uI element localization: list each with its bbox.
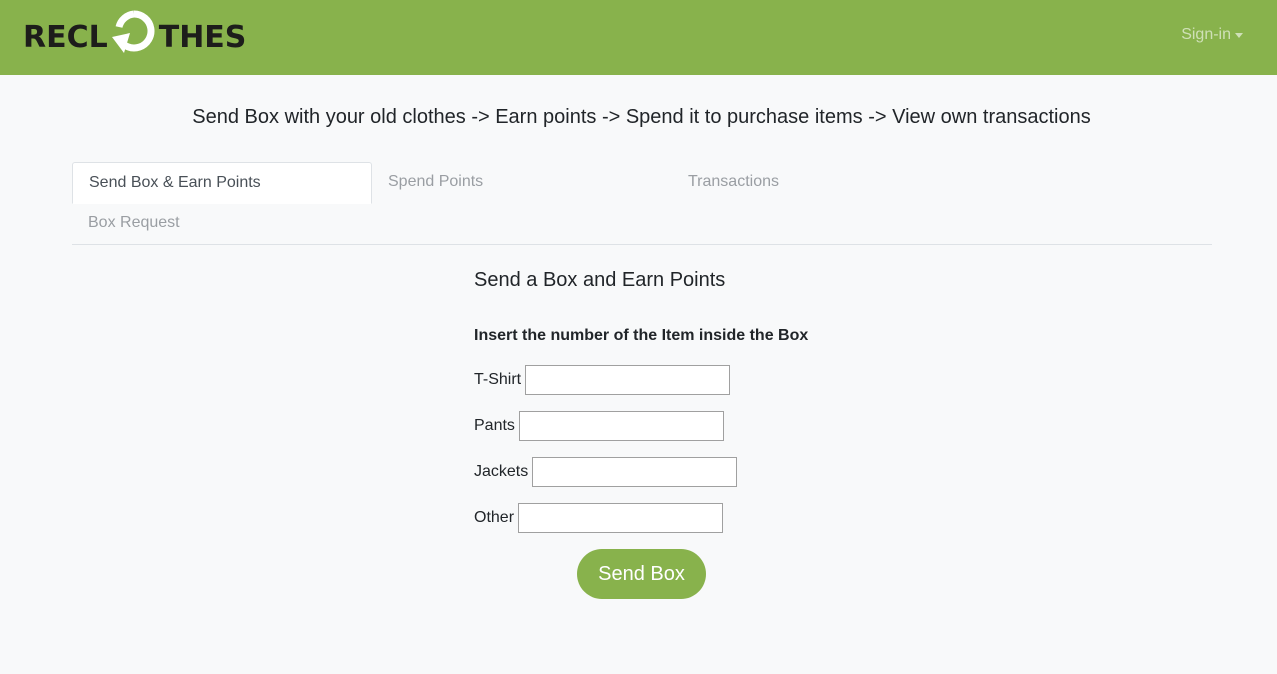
brand-logo[interactable]: RECL THES xyxy=(23,9,247,65)
other-label: Other xyxy=(474,509,515,526)
other-input[interactable] xyxy=(518,503,724,533)
top-navbar: RECL THES Sign-in xyxy=(0,0,1277,75)
signin-label: Sign-in xyxy=(1181,26,1231,43)
pants-field-row: Pants xyxy=(474,411,724,441)
page-tagline: Send Box with your old clothes -> Earn p… xyxy=(192,106,1091,128)
form-instruction: Insert the number of the Item inside the… xyxy=(474,327,809,344)
tshirt-input[interactable] xyxy=(525,365,731,395)
tab-bar: Send Box & Earn Points Spend Points Tran… xyxy=(72,162,1212,245)
jackets-input[interactable] xyxy=(532,457,738,487)
tshirt-field-row: T-Shirt xyxy=(474,365,731,395)
jackets-field-row: Jackets xyxy=(474,457,738,487)
send-box-button[interactable]: Send Box xyxy=(577,549,706,599)
tshirt-label: T-Shirt xyxy=(474,371,522,388)
logo-text-right: THES xyxy=(158,19,247,55)
recycle-arrow-icon xyxy=(111,9,156,65)
tab-spend-points[interactable]: Spend Points xyxy=(372,162,672,204)
jackets-label: Jackets xyxy=(474,463,529,480)
pants-label: Pants xyxy=(474,417,515,434)
caret-down-icon xyxy=(1235,33,1243,38)
other-field-row: Other xyxy=(474,503,724,533)
logo-text-left: RECL xyxy=(23,19,108,55)
signin-dropdown[interactable]: Sign-in xyxy=(1181,26,1243,44)
tab-box-request[interactable]: Box Request xyxy=(72,203,372,245)
form-title: Send a Box and Earn Points xyxy=(474,269,726,291)
pants-input[interactable] xyxy=(518,411,724,441)
tab-transactions[interactable]: Transactions xyxy=(672,162,972,204)
tab-send-box[interactable]: Send Box & Earn Points xyxy=(72,162,372,204)
